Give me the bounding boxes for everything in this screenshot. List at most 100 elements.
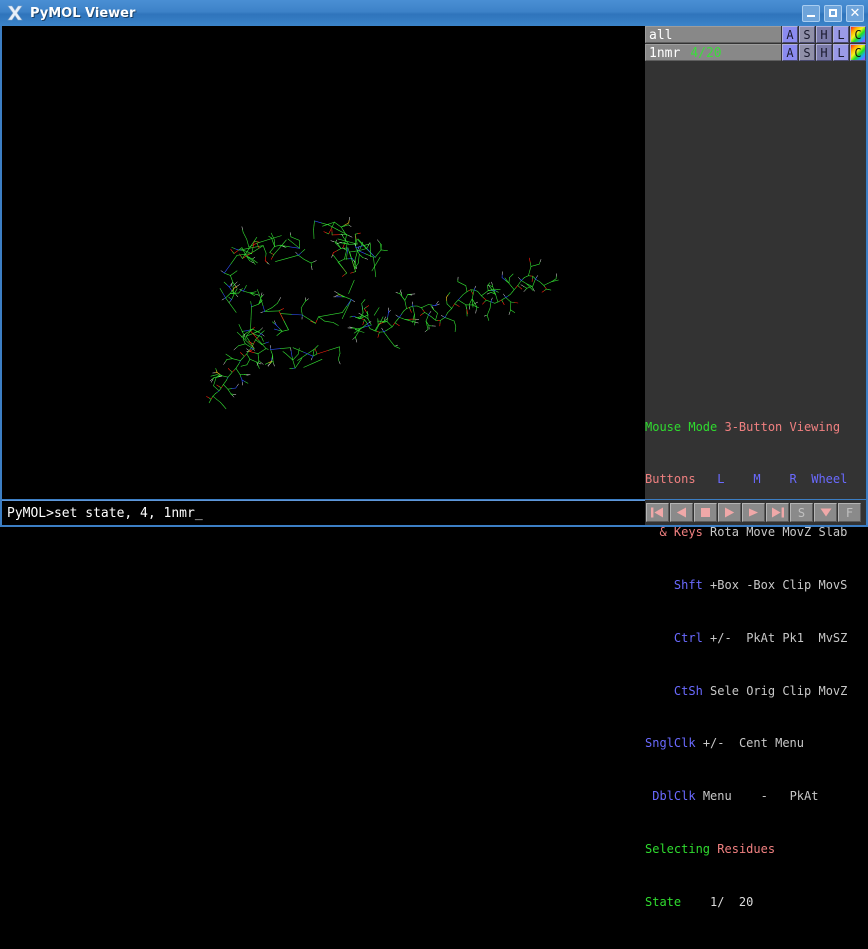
label-menu-button-1nmr[interactable]: L bbox=[833, 44, 849, 61]
column-middle: M bbox=[753, 472, 760, 486]
skip-back-icon bbox=[651, 507, 664, 518]
dblclk-row-m: - bbox=[761, 789, 768, 803]
shift-row-m: -Box bbox=[746, 578, 775, 592]
close-icon: ✕ bbox=[850, 7, 861, 20]
ctsh-row-r: Clip bbox=[782, 684, 811, 698]
object-row-1nmr[interactable]: 1nmr 4/20 A S H L C bbox=[645, 44, 866, 61]
dblclk-row-label: DblClk bbox=[652, 789, 695, 803]
keys-row-l: Rota bbox=[710, 525, 739, 539]
pymol-x-icon bbox=[6, 4, 24, 22]
smooth-toggle-label: S bbox=[798, 507, 805, 519]
command-line-text: PyMOL>set state, 4, 1nmr_ bbox=[2, 506, 203, 521]
ctsh-row-label: CtSh bbox=[674, 684, 703, 698]
color-menu-button-1nmr[interactable]: C bbox=[850, 44, 866, 61]
forward-to-end-button[interactable] bbox=[766, 503, 789, 522]
snglclk-row-r: Menu bbox=[775, 736, 804, 750]
hide-menu-button-all[interactable]: H bbox=[816, 26, 832, 43]
selecting-label: Selecting bbox=[645, 842, 710, 856]
play-forward-icon bbox=[748, 507, 759, 518]
minimize-icon bbox=[807, 15, 815, 17]
pymol-viewer-window: PyMOL Viewer ✕ all A S bbox=[0, 0, 868, 527]
buttons-row-label: Buttons bbox=[645, 472, 696, 486]
object-label: 1nmr bbox=[649, 46, 680, 61]
shift-row-r: Clip bbox=[782, 578, 811, 592]
keys-row-r: MovZ bbox=[782, 525, 811, 539]
window-controls: ✕ bbox=[802, 5, 864, 22]
action-menu-button-all[interactable]: A bbox=[782, 26, 798, 43]
column-right: R bbox=[790, 472, 797, 486]
mouse-mode-row-ctsh: CtSh Sele Orig Clip MovZ bbox=[645, 685, 866, 698]
label-menu-button-all[interactable]: L bbox=[833, 26, 849, 43]
rewind-to-start-button[interactable] bbox=[646, 503, 669, 522]
close-button[interactable]: ✕ bbox=[846, 5, 864, 22]
object-buttons-all: A S H L C bbox=[781, 26, 866, 43]
selecting-row: Selecting Residues bbox=[645, 843, 866, 856]
play-button[interactable] bbox=[718, 503, 741, 522]
full-screen-toggle-label: F bbox=[846, 507, 853, 519]
selecting-value[interactable]: Residues bbox=[717, 842, 775, 856]
hide-menu-button-1nmr[interactable]: H bbox=[816, 44, 832, 61]
dblclk-row-r: PkAt bbox=[790, 789, 819, 803]
minimize-button[interactable] bbox=[802, 5, 820, 22]
ctsh-row-l: Sele bbox=[710, 684, 739, 698]
mouse-mode-value[interactable]: 3-Button Viewing bbox=[724, 420, 840, 434]
ctsh-row-m: Orig bbox=[746, 684, 775, 698]
object-name-all[interactable]: all bbox=[645, 26, 781, 43]
molecular-viewport[interactable] bbox=[2, 26, 645, 499]
object-state: 4/20 bbox=[690, 46, 721, 61]
state-value: 1/ 20 bbox=[710, 895, 753, 909]
mouse-mode-row-shift: Shft +Box -Box Clip MovS bbox=[645, 579, 866, 592]
mouse-mode-row-keys: & Keys Rota Move MovZ Slab bbox=[645, 526, 866, 539]
snglclk-row-m: Cent bbox=[739, 736, 768, 750]
state-row: State 1/ 20 bbox=[645, 896, 866, 909]
show-menu-button-1nmr[interactable]: S bbox=[799, 44, 815, 61]
skip-forward-icon bbox=[771, 507, 784, 518]
show-menu-button-all[interactable]: S bbox=[799, 26, 815, 43]
object-buttons-1nmr: A S H L C bbox=[781, 44, 866, 61]
play-back-icon bbox=[676, 507, 687, 518]
stop-button[interactable] bbox=[694, 503, 717, 522]
mouse-mode-header: Mouse Mode 3-Button Viewing bbox=[645, 421, 866, 434]
mouse-mode-label: Mouse Mode bbox=[645, 420, 717, 434]
ctrl-row-r: Pk1 bbox=[782, 631, 804, 645]
full-screen-toggle-button[interactable]: F bbox=[838, 503, 861, 522]
shift-row-l: +Box bbox=[710, 578, 739, 592]
snglclk-row-l: +/- bbox=[703, 736, 725, 750]
mouse-mode-row-ctrl: Ctrl +/- PkAt Pk1 MvSZ bbox=[645, 632, 866, 645]
keys-row-label: & Keys bbox=[659, 525, 702, 539]
shift-row-wheel: MovS bbox=[818, 578, 847, 592]
movie-transport-bar: S F bbox=[645, 500, 866, 525]
shift-row-label: Shft bbox=[674, 578, 703, 592]
mouse-mode-help: Mouse Mode 3-Button Viewing Buttons L M … bbox=[645, 381, 866, 949]
step-back-button[interactable] bbox=[670, 503, 693, 522]
ctrl-row-wheel: MvSZ bbox=[818, 631, 847, 645]
column-wheel: Wheel bbox=[811, 472, 847, 486]
object-label: all bbox=[649, 28, 672, 43]
window-title: PyMOL Viewer bbox=[30, 6, 802, 21]
maximize-icon bbox=[829, 9, 837, 17]
play-icon bbox=[724, 507, 735, 518]
keys-row-wheel: Slab bbox=[818, 525, 847, 539]
smooth-toggle-button[interactable]: S bbox=[790, 503, 813, 522]
mouse-mode-row-snglclk: SnglClk +/- Cent Menu bbox=[645, 737, 866, 750]
window-border-left bbox=[0, 26, 2, 525]
mouse-mode-columns: Buttons L M R Wheel bbox=[645, 473, 866, 486]
maximize-button[interactable] bbox=[824, 5, 842, 22]
object-row-all[interactable]: all A S H L C bbox=[645, 26, 866, 43]
command-line[interactable]: PyMOL>set state, 4, 1nmr_ bbox=[2, 500, 645, 525]
color-menu-button-all[interactable]: C bbox=[850, 26, 866, 43]
action-menu-button-1nmr[interactable]: A bbox=[782, 44, 798, 61]
state-label: State bbox=[645, 895, 681, 909]
ctrl-row-m: PkAt bbox=[746, 631, 775, 645]
movie-menu-button[interactable] bbox=[814, 503, 837, 522]
column-left: L bbox=[717, 472, 724, 486]
mouse-mode-row-dblclk: DblClk Menu - PkAt bbox=[645, 790, 866, 803]
snglclk-row-label: SnglClk bbox=[645, 736, 696, 750]
stop-icon bbox=[700, 507, 711, 518]
keys-row-m: Move bbox=[746, 525, 775, 539]
object-name-1nmr[interactable]: 1nmr 4/20 bbox=[645, 44, 781, 61]
ctrl-row-label: Ctrl bbox=[674, 631, 703, 645]
step-forward-button[interactable] bbox=[742, 503, 765, 522]
molecule-render bbox=[2, 26, 645, 499]
ctsh-row-wheel: MovZ bbox=[818, 684, 847, 698]
